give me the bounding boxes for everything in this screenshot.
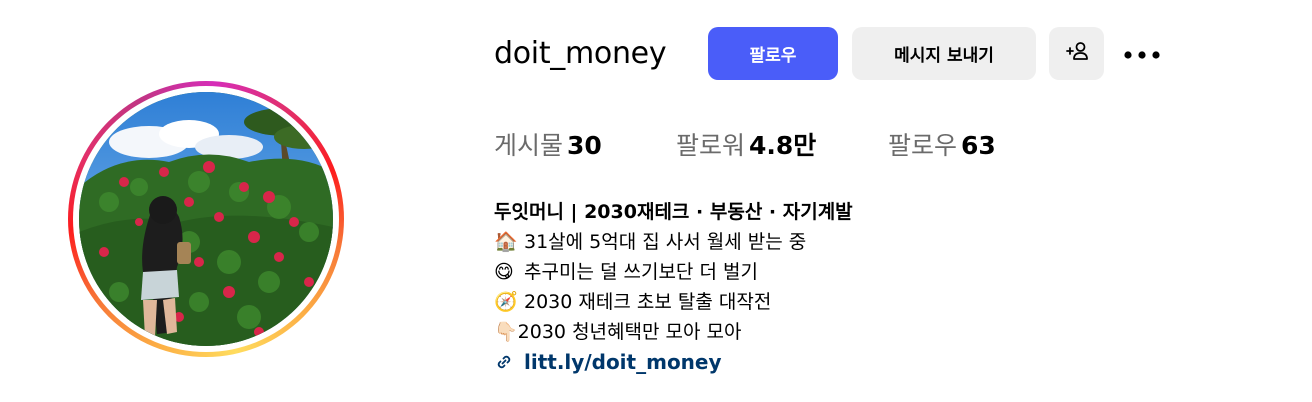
bio-line-text: 2030 재테크 초보 탈출 대작전 bbox=[524, 291, 772, 313]
avatar[interactable] bbox=[79, 92, 333, 346]
bio-line: 🧭 2030 재테크 초보 탈출 대작전 bbox=[494, 287, 1054, 317]
link-icon bbox=[494, 352, 524, 372]
bio-link[interactable]: litt.ly/doit_money bbox=[494, 347, 1054, 377]
bio-line-text: 2030 청년혜택만 모아 모아 bbox=[517, 321, 742, 343]
pointing-down-emoji: 👇🏻 bbox=[494, 321, 518, 343]
stat-followers-count: 4.8만 bbox=[749, 131, 817, 160]
link-url[interactable]: litt.ly/doit_money bbox=[524, 347, 722, 377]
stat-followers-label: 팔로워 bbox=[676, 131, 746, 160]
bio: 두잇머니 | 2030재테크 · 부동산 · 자기계발 🏠 31살에 5억대 집 … bbox=[494, 197, 1054, 377]
username: doit_money bbox=[494, 36, 667, 71]
stat-following-count: 63 bbox=[961, 131, 996, 160]
bio-name: 두잇머니 | 2030재테크 · 부동산 · 자기계발 bbox=[494, 201, 853, 223]
stat-followers[interactable]: 팔로워 4.8만 bbox=[676, 128, 816, 164]
stat-following[interactable]: 팔로우 63 bbox=[888, 128, 996, 164]
story-ring[interactable] bbox=[68, 81, 344, 357]
bio-line-text: 31살에 5억대 집 사서 월세 받는 중 bbox=[524, 231, 807, 253]
avatar-photo bbox=[79, 92, 333, 346]
compass-emoji: 🧭 bbox=[494, 291, 518, 313]
bio-line: 🏠 31살에 5억대 집 사서 월세 받는 중 bbox=[494, 227, 1054, 257]
yum-face-emoji: 😋 bbox=[494, 261, 514, 283]
bio-line-text: 추구미는 덜 쓰기보단 더 벌기 bbox=[524, 261, 758, 283]
stat-posts: 게시물 30 bbox=[494, 128, 602, 164]
bio-line: 😋 추구미는 덜 쓰기보단 더 벌기 bbox=[494, 257, 1054, 287]
more-options-button[interactable] bbox=[1120, 36, 1164, 72]
add-user-icon bbox=[1064, 40, 1090, 67]
follow-button[interactable]: 팔로우 bbox=[708, 27, 838, 80]
bio-line: 👇🏻2030 청년혜택만 모아 모아 bbox=[494, 317, 1054, 347]
more-icon bbox=[1123, 45, 1161, 64]
stat-posts-label: 게시물 bbox=[494, 131, 564, 160]
stat-following-label: 팔로우 bbox=[888, 131, 958, 160]
stat-posts-count: 30 bbox=[567, 131, 602, 160]
house-emoji: 🏠 bbox=[494, 231, 518, 253]
message-button[interactable]: 메시지 보내기 bbox=[852, 27, 1036, 80]
suggest-accounts-button[interactable] bbox=[1049, 27, 1104, 80]
